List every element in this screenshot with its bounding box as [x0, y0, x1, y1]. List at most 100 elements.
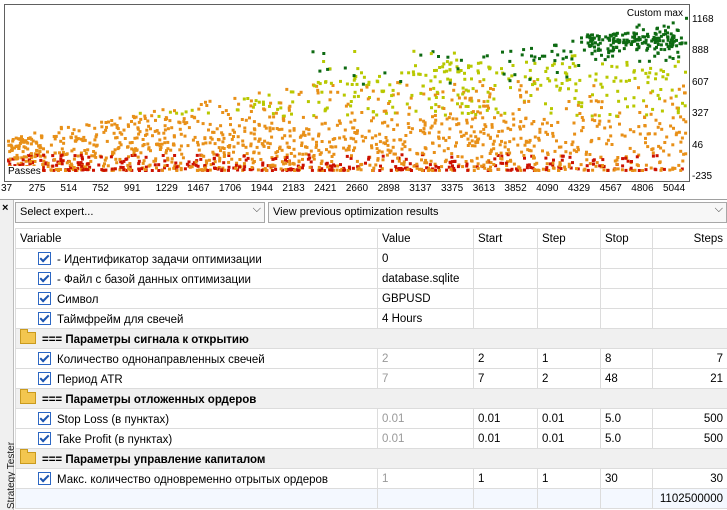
scatter-point — [624, 168, 628, 172]
start-cell[interactable] — [473, 248, 538, 269]
variable-name: - Идентификатор задачи оптимизации — [57, 253, 262, 266]
table-group-row[interactable]: === Параметры отложенных ордеров — [15, 388, 727, 409]
optimize-checkbox[interactable] — [38, 271, 51, 285]
scatter-point — [270, 169, 274, 172]
column-header-start[interactable]: Start — [473, 228, 538, 249]
steps-cell[interactable] — [652, 288, 727, 309]
scatter-point — [222, 147, 226, 150]
column-header-variable[interactable]: Variable — [15, 228, 378, 249]
scatter-point — [583, 167, 587, 171]
step-cell[interactable]: 2 — [537, 368, 601, 389]
stop-cell[interactable]: 30 — [600, 468, 653, 489]
start-cell[interactable]: 2 — [473, 348, 538, 369]
step-cell[interactable]: 1 — [537, 468, 601, 489]
step-cell[interactable] — [537, 268, 601, 289]
steps-cell[interactable]: 21 — [652, 368, 727, 389]
column-header-step[interactable]: Step — [537, 228, 601, 249]
scatter-point — [668, 41, 672, 45]
value-cell[interactable]: database.sqlite — [377, 268, 474, 289]
value-cell[interactable]: 2 — [377, 348, 474, 369]
steps-cell[interactable] — [652, 248, 727, 269]
variable-cell: - Идентификатор задачи оптимизации — [15, 248, 378, 269]
scatter-point — [626, 159, 630, 163]
optimize-checkbox[interactable] — [38, 471, 51, 485]
optimize-checkbox[interactable] — [38, 371, 51, 385]
scatter-point — [261, 163, 265, 167]
value-cell[interactable]: 0.01 — [377, 408, 474, 429]
steps-cell[interactable]: 7 — [652, 348, 727, 369]
table-row[interactable]: Stop Loss (в пунктах) 0.01 0.01 0.01 5.0 500 — [15, 408, 727, 429]
scatter-point — [228, 132, 232, 136]
close-icon[interactable]: × — [2, 202, 8, 214]
table-row[interactable]: - Файл с базой данных оптимизации databas… — [15, 268, 727, 289]
stop-cell[interactable] — [600, 308, 653, 329]
scatter-point — [474, 113, 478, 116]
step-cell[interactable] — [537, 308, 601, 329]
scatter-point — [182, 117, 186, 121]
stop-cell[interactable] — [600, 268, 653, 289]
start-cell[interactable] — [473, 288, 538, 309]
column-header-value[interactable]: Value — [377, 228, 474, 249]
stop-cell[interactable]: 5.0 — [600, 408, 653, 429]
start-cell[interactable] — [473, 268, 538, 289]
table-row[interactable]: Символ GBPUSD — [15, 288, 727, 309]
step-cell[interactable] — [537, 288, 601, 309]
optimize-checkbox[interactable] — [38, 351, 51, 365]
x-tick-label: 3137 — [409, 183, 432, 194]
start-cell[interactable]: 0.01 — [473, 428, 538, 449]
optimize-checkbox[interactable] — [38, 251, 51, 265]
table-group-row[interactable]: === Параметры сигнала к открытию — [15, 328, 727, 349]
optimization-results-select[interactable]: View previous optimization results ⌵ — [268, 202, 727, 223]
scatter-point — [568, 151, 572, 155]
scatter-point — [617, 99, 621, 103]
table-row[interactable]: Количество однонаправленных свечей 2 2 1 8 7 — [15, 348, 727, 369]
column-header-steps[interactable]: Steps — [652, 228, 727, 249]
scatter-point — [671, 21, 675, 25]
table-row[interactable]: Таймфрейм для свечей 4 Hours — [15, 308, 727, 329]
table-row[interactable]: - Идентификатор задачи оптимизации 0 — [15, 248, 727, 269]
start-cell[interactable]: 0.01 — [473, 408, 538, 429]
scatter-point — [161, 168, 164, 172]
optimize-checkbox[interactable] — [38, 291, 51, 305]
stop-cell[interactable] — [600, 288, 653, 309]
value-cell[interactable]: 1 — [377, 468, 474, 489]
start-cell[interactable]: 1 — [473, 468, 538, 489]
optimize-checkbox[interactable] — [38, 431, 51, 445]
steps-cell[interactable] — [652, 268, 727, 289]
expert-select[interactable]: Select expert... ⌵ — [15, 202, 265, 223]
stop-cell[interactable]: 8 — [600, 348, 653, 369]
value-cell[interactable]: 4 Hours — [377, 308, 474, 329]
x-tick-label: 1706 — [219, 183, 242, 194]
scatter-point — [630, 43, 633, 46]
start-cell[interactable] — [473, 308, 538, 329]
steps-cell[interactable]: 30 — [652, 468, 727, 489]
scatter-point — [366, 107, 370, 111]
value-cell[interactable]: 0 — [377, 248, 474, 269]
step-cell[interactable]: 1 — [537, 348, 601, 369]
value-cell[interactable]: 0.01 — [377, 428, 474, 449]
value-cell[interactable]: 7 — [377, 368, 474, 389]
scatter-point — [568, 155, 572, 159]
optimize-checkbox[interactable] — [38, 311, 51, 325]
column-header-stop[interactable]: Stop — [600, 228, 653, 249]
optimize-checkbox[interactable] — [38, 411, 51, 425]
stop-cell[interactable]: 5.0 — [600, 428, 653, 449]
scatter-point — [213, 142, 217, 146]
step-cell[interactable]: 0.01 — [537, 428, 601, 449]
table-row[interactable]: Макс. количество одновременно отрытых ор… — [15, 468, 727, 489]
value-cell[interactable]: GBPUSD — [377, 288, 474, 309]
stop-cell[interactable]: 48 — [600, 368, 653, 389]
scatter-point — [332, 152, 336, 156]
table-row[interactable]: Период ATR 7 7 2 48 21 — [15, 368, 727, 389]
start-cell[interactable]: 7 — [473, 368, 538, 389]
step-cell[interactable] — [537, 248, 601, 269]
scatter-point — [544, 156, 548, 160]
steps-cell[interactable]: 500 — [652, 408, 727, 429]
step-cell[interactable]: 0.01 — [537, 408, 601, 429]
scatter-point — [354, 140, 358, 144]
table-group-row[interactable]: === Параметры управление капиталом — [15, 448, 727, 469]
steps-cell[interactable]: 500 — [652, 428, 727, 449]
stop-cell[interactable] — [600, 248, 653, 269]
steps-cell[interactable] — [652, 308, 727, 329]
table-row[interactable]: Take Profit (в пунктах) 0.01 0.01 0.01 5.0 50… — [15, 428, 727, 449]
